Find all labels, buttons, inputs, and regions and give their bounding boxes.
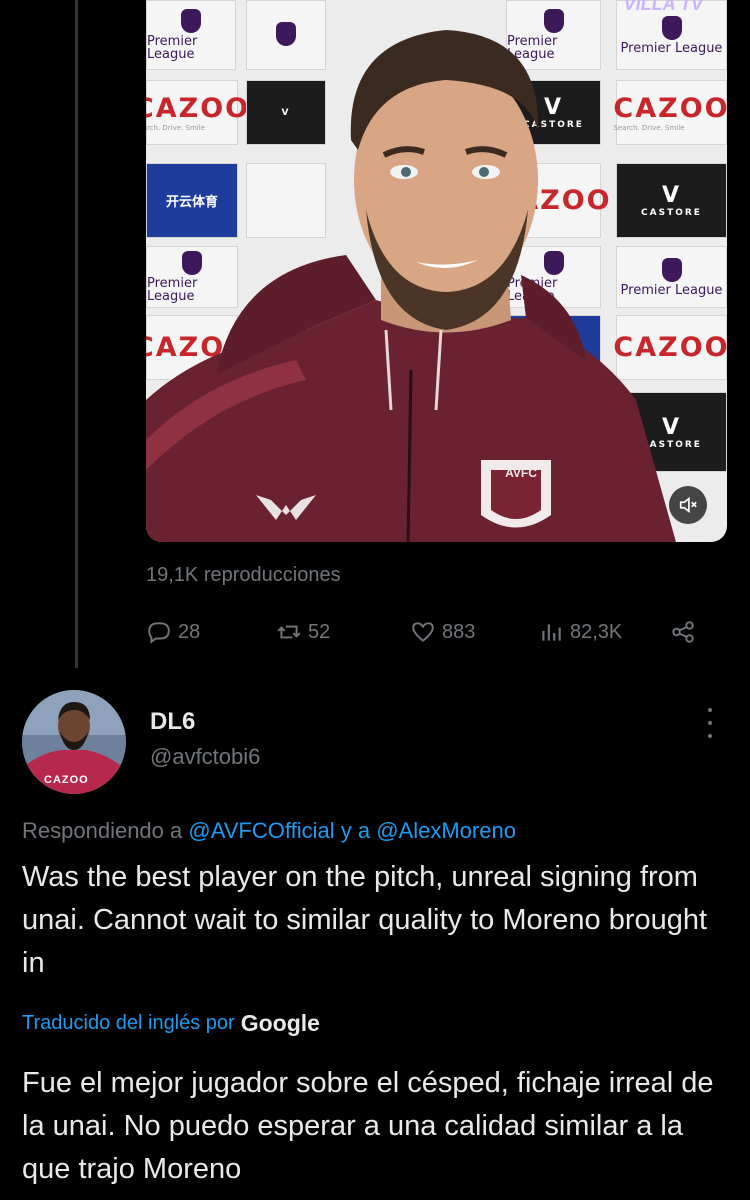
google-logo: Google [240,1010,320,1036]
replying-to: Respondiendo a @AVFCOfficial y a @AlexMo… [22,818,516,843]
analytics-icon [542,624,561,641]
translated-by[interactable]: Traducido del inglés por Google [22,1010,320,1037]
heart-icon [412,622,434,642]
analytics-count: 82,3K [570,620,623,643]
mention-link[interactable]: @AVFCOfficial [188,818,334,843]
more-options-button[interactable] [700,708,720,738]
share-icon [672,621,694,643]
more-dot-icon [708,721,712,725]
thread-connector-line [75,0,78,668]
repost-button[interactable]: 52 [276,612,330,652]
video-player[interactable]: Premier League Premier League Premier Le… [146,0,727,542]
more-dot-icon [708,708,712,712]
avatar-shirt-text: CAZOO [44,774,89,786]
tweet-action-bar: 28 52 883 82,3K [146,612,706,652]
user-handle[interactable]: @avfctobi6 [150,744,260,770]
analytics-button[interactable]: 82,3K [538,612,622,652]
interviewee-figure [146,30,676,542]
reply-button[interactable]: 28 [146,612,200,652]
volume-mute-button[interactable] [669,486,707,524]
reply-count: 28 [178,620,201,643]
more-dot-icon [708,734,712,738]
volume-mute-icon [679,496,697,514]
share-button[interactable] [670,612,696,652]
repost-icon [277,625,301,639]
crest-label: AVFC [505,466,537,480]
mention-link[interactable]: @AlexMoreno [376,818,516,843]
repost-count: 52 [308,620,331,643]
display-name[interactable]: DL6 [150,708,195,736]
reply-icon [148,622,170,644]
view-count: 19,1K reproducciones [146,564,341,586]
like-button[interactable]: 883 [410,612,475,652]
like-count: 883 [442,620,476,643]
tweet-text: Was the best player on the pitch, unreal… [22,861,708,979]
translated-text: Fue el mejor jugador sobre el césped, fi… [22,1067,714,1185]
avatar[interactable]: CAZOO [22,690,126,794]
